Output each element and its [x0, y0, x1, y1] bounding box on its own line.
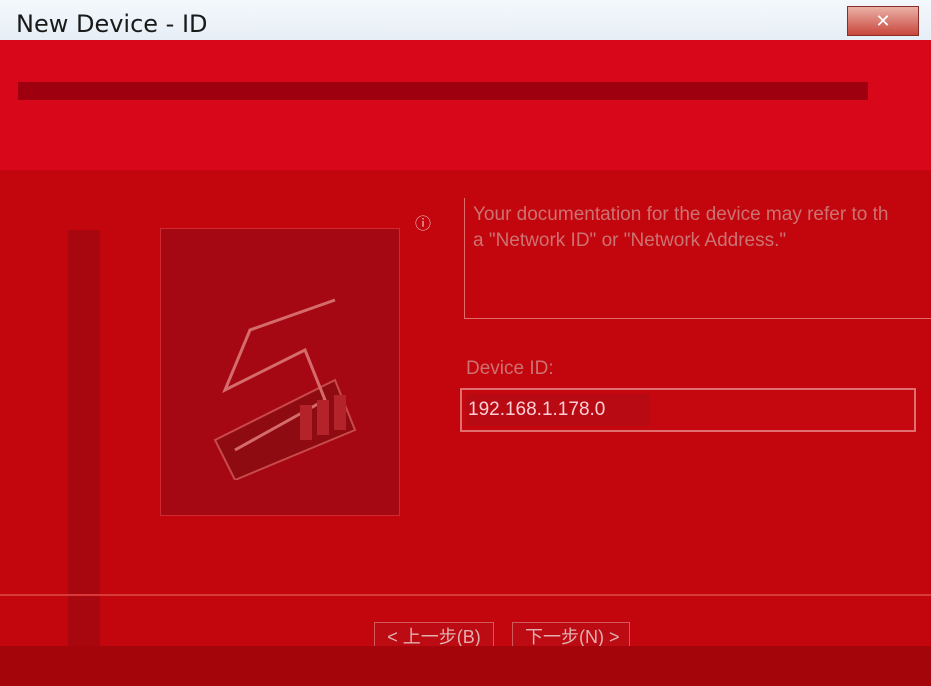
description-box: Your documentation for the device may re… [464, 198, 931, 319]
title-bar: New Device - ID ✕ [0, 0, 931, 40]
close-button[interactable]: ✕ [847, 6, 919, 36]
device-id-input[interactable] [466, 394, 650, 426]
new-device-id-window: New Device - ID ✕ Your documentation for… [0, 0, 931, 686]
window-title: New Device - ID [16, 10, 208, 38]
description-line-1: Your documentation for the device may re… [473, 204, 889, 225]
header-banner [0, 40, 931, 170]
device-id-field[interactable] [460, 388, 916, 432]
close-icon: ✕ [875, 11, 891, 31]
info-icon: ⓘ [415, 216, 432, 233]
network-device-illustration [213, 298, 357, 480]
description-line-2: a "Network ID" or "Network Address." [473, 230, 787, 251]
left-decor-strip [68, 230, 100, 650]
footer-band [0, 646, 931, 686]
header-divider [18, 82, 868, 100]
device-id-label: Device ID: [466, 358, 554, 379]
footer-divider [0, 594, 931, 596]
